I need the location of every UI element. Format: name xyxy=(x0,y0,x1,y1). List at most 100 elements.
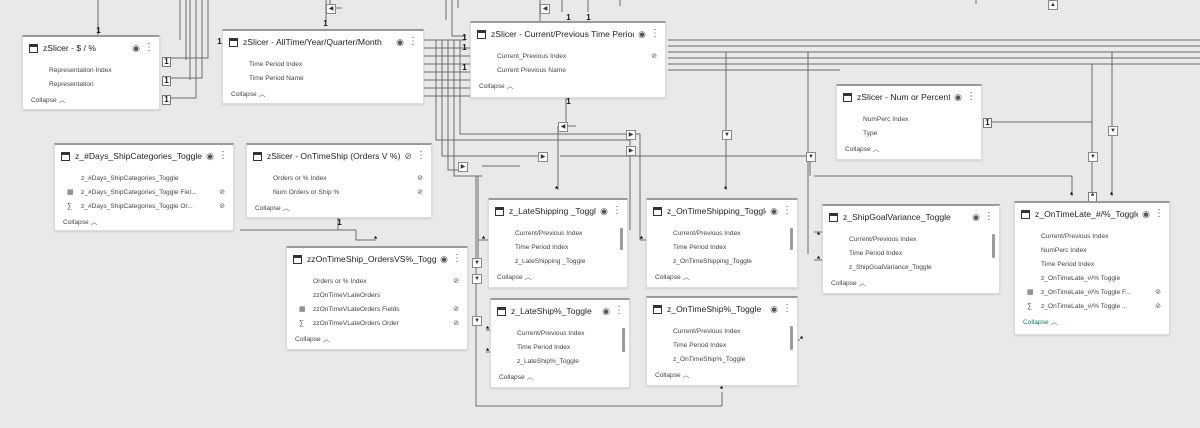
table-card-shipgoalvariance[interactable]: z_ShipGoalVariance_Toggle ◉ ⋮ Current/Pr… xyxy=(822,204,1000,294)
field-row[interactable]: ▦ z_#Days_ShipCategories_Toggle Fiel... ⊘ xyxy=(67,185,225,199)
collapse-link[interactable]: Collapse ︿ xyxy=(491,368,629,382)
eye-icon[interactable]: ◉ xyxy=(396,37,404,47)
eye-slash-icon[interactable]: ⊘ xyxy=(219,202,225,210)
collapse-link[interactable]: Collapse ︿ xyxy=(1015,313,1169,327)
eye-icon[interactable]: ◉ xyxy=(954,92,962,102)
field-row[interactable]: z_LateShipping _Toggle xyxy=(501,254,619,268)
eye-slash-icon[interactable]: ⊘ xyxy=(1155,288,1161,296)
field-row[interactable]: Time Period Index xyxy=(1027,257,1161,271)
collapse-link[interactable]: Collapse ︿ xyxy=(223,85,423,99)
card-header[interactable]: z_OnTimeShip%_Toggle ◉ ⋮ xyxy=(647,298,797,320)
field-row[interactable]: z_OnTimeLate_#/% Toggle xyxy=(1027,271,1161,285)
card-header[interactable]: z_LateShipping _Toggle ◉ ⋮ xyxy=(489,200,627,222)
field-row[interactable]: z_LateShip%_Toggle xyxy=(503,354,621,368)
more-options-icon[interactable]: ⋮ xyxy=(408,37,418,47)
more-options-icon[interactable]: ⋮ xyxy=(218,151,228,161)
field-row[interactable]: NumPerc Index xyxy=(1027,243,1161,257)
field-row[interactable]: Time Period Name xyxy=(235,71,415,85)
field-row[interactable]: z_OnTimeShipping_Toggle xyxy=(659,254,789,268)
collapse-link[interactable]: Collapse ︿ xyxy=(647,268,797,282)
eye-slash-icon[interactable]: ⊘ xyxy=(453,305,459,313)
table-card-slicer-current-previous[interactable]: zSlicer - Current/Previous Time Period ◉… xyxy=(470,21,666,98)
field-row[interactable]: ∑ zzOnTimeVLateOrders Order ⊘ xyxy=(299,316,459,330)
field-row[interactable]: Orders or % Index ⊘ xyxy=(259,171,423,185)
card-header[interactable]: z_ShipGoalVariance_Toggle ◉ ⋮ xyxy=(823,206,999,228)
collapse-link[interactable]: Collapse ︿ xyxy=(823,274,999,288)
card-header[interactable]: z_OnTimeShipping_Toggle ◉ ⋮ xyxy=(647,200,797,222)
more-options-icon[interactable]: ⋮ xyxy=(144,43,154,53)
field-row[interactable]: Time Period Index xyxy=(235,57,415,71)
eye-icon[interactable]: ◉ xyxy=(972,212,980,222)
eye-icon[interactable]: ◉ xyxy=(638,29,646,39)
eye-icon[interactable]: ◉ xyxy=(1142,209,1150,219)
more-options-icon[interactable]: ⋮ xyxy=(452,254,462,264)
card-header[interactable]: zSlicer - AllTime/Year/Quarter/Month ◉ ⋮ xyxy=(223,31,423,53)
eye-slash-icon[interactable]: ⊘ xyxy=(417,188,423,196)
field-row[interactable]: Current/Previous Index xyxy=(659,324,789,338)
card-header[interactable]: zSlicer - OnTimeShip (Orders V %) ⊘ ⋮ xyxy=(247,145,431,167)
more-options-icon[interactable]: ⋮ xyxy=(614,306,624,316)
field-row[interactable]: Current/Previous Index xyxy=(659,226,789,240)
eye-icon[interactable]: ◉ xyxy=(770,206,778,216)
field-row[interactable]: Time Period Index xyxy=(501,240,619,254)
table-card-lateship-pct[interactable]: z_LateShip%_Toggle ◉ ⋮ Current/Previous … xyxy=(490,298,630,388)
scrollbar[interactable] xyxy=(992,234,995,258)
collapse-link[interactable]: Collapse ︿ xyxy=(247,199,431,213)
table-card-lateshipping[interactable]: z_LateShipping _Toggle ◉ ⋮ Current/Previ… xyxy=(488,198,628,288)
table-card-slicer-alltime[interactable]: zSlicer - AllTime/Year/Quarter/Month ◉ ⋮… xyxy=(222,29,424,104)
eye-slash-icon[interactable]: ⊘ xyxy=(453,319,459,327)
more-options-icon[interactable]: ⋮ xyxy=(966,92,976,102)
more-options-icon[interactable]: ⋮ xyxy=(782,206,792,216)
eye-icon[interactable]: ◉ xyxy=(600,206,608,216)
eye-icon[interactable]: ◉ xyxy=(602,306,610,316)
more-options-icon[interactable]: ⋮ xyxy=(650,29,660,39)
table-card-ontimeship-pct[interactable]: z_OnTimeShip%_Toggle ◉ ⋮ Current/Previou… xyxy=(646,296,798,386)
more-options-icon[interactable]: ⋮ xyxy=(612,206,622,216)
field-row[interactable]: Current/Previous Index xyxy=(501,226,619,240)
field-row[interactable]: Current/Previous Index xyxy=(835,232,991,246)
table-card-slicer-numperc[interactable]: zSlicer - Num or Percent ◉ ⋮ NumPerc Ind… xyxy=(836,84,982,160)
eye-icon[interactable]: ◉ xyxy=(132,43,140,53)
card-header[interactable]: zSlicer - Current/Previous Time Period ◉… xyxy=(471,23,665,45)
field-row[interactable]: zzOnTimeVLateOrders xyxy=(299,288,459,302)
eye-icon[interactable]: ◉ xyxy=(206,151,214,161)
field-row[interactable]: Representation Index xyxy=(35,63,151,77)
card-header[interactable]: zSlicer - $ / % ◉ ⋮ xyxy=(23,37,159,59)
field-row[interactable]: Time Period Index xyxy=(503,340,621,354)
collapse-link[interactable]: Collapse ︿ xyxy=(647,366,797,380)
scrollbar[interactable] xyxy=(622,328,625,352)
field-row[interactable]: ∑ z_OnTimeLate_#/% Toggle ... ⊘ xyxy=(1027,299,1161,313)
field-row[interactable]: z_ShipGoalVariance_Toggle xyxy=(835,260,991,274)
card-header[interactable]: z_LateShip%_Toggle ◉ ⋮ xyxy=(491,300,629,322)
eye-icon[interactable]: ◉ xyxy=(770,304,778,314)
card-header[interactable]: zzOnTimeShip_OrdersVS%_Toggle ◉ ⋮ xyxy=(287,248,467,270)
more-options-icon[interactable]: ⋮ xyxy=(1154,209,1164,219)
table-card-ontimeship-ordersvs[interactable]: zzOnTimeShip_OrdersVS%_Toggle ◉ ⋮ Orders… xyxy=(286,246,468,350)
table-card-ontimelate[interactable]: z_OnTimeLate_#/%_Toggle ◉ ⋮ Current/Prev… xyxy=(1014,201,1170,335)
more-options-icon[interactable]: ⋮ xyxy=(416,151,426,161)
card-header[interactable]: zSlicer - Num or Percent ◉ ⋮ xyxy=(837,86,981,108)
field-row[interactable]: Time Period Index xyxy=(659,240,789,254)
field-row[interactable]: Orders or % Index ⊘ xyxy=(299,274,459,288)
eye-slash-icon[interactable]: ⊘ xyxy=(1155,302,1161,310)
field-row[interactable]: Representation xyxy=(35,77,151,91)
card-header[interactable]: z_#Days_ShipCategories_Toggle ◉ ⋮ xyxy=(55,145,233,167)
scrollbar[interactable] xyxy=(620,228,623,250)
card-header[interactable]: z_OnTimeLate_#/%_Toggle ◉ ⋮ xyxy=(1015,203,1169,225)
table-card-days-shipcategories[interactable]: z_#Days_ShipCategories_Toggle ◉ ⋮ z_#Day… xyxy=(54,143,234,231)
field-row[interactable]: Num Orders or Ship % ⊘ xyxy=(259,185,423,199)
field-row[interactable]: z_OnTimeShip%_Toggle xyxy=(659,352,789,366)
collapse-link[interactable]: Collapse ︿ xyxy=(489,268,627,282)
field-row[interactable]: Type xyxy=(849,126,973,140)
scrollbar[interactable] xyxy=(790,326,793,350)
table-card-slicer-dollar[interactable]: zSlicer - $ / % ◉ ⋮ Representation Index… xyxy=(22,35,160,110)
field-row[interactable]: Current Previous Name xyxy=(483,63,657,77)
field-row[interactable]: ∑ z_#Days_ShipCategories_Toggle Or... ⊘ xyxy=(67,199,225,213)
more-options-icon[interactable]: ⋮ xyxy=(984,212,994,222)
field-row[interactable]: Time Period Index xyxy=(835,246,991,260)
collapse-link[interactable]: Collapse ︿ xyxy=(287,330,467,344)
table-card-slicer-ontimeship[interactable]: zSlicer - OnTimeShip (Orders V %) ⊘ ⋮ Or… xyxy=(246,143,432,218)
field-row[interactable]: Current_Previous Index ⊘ xyxy=(483,49,657,63)
collapse-link[interactable]: Collapse ︿ xyxy=(471,77,665,91)
scrollbar[interactable] xyxy=(790,228,793,250)
